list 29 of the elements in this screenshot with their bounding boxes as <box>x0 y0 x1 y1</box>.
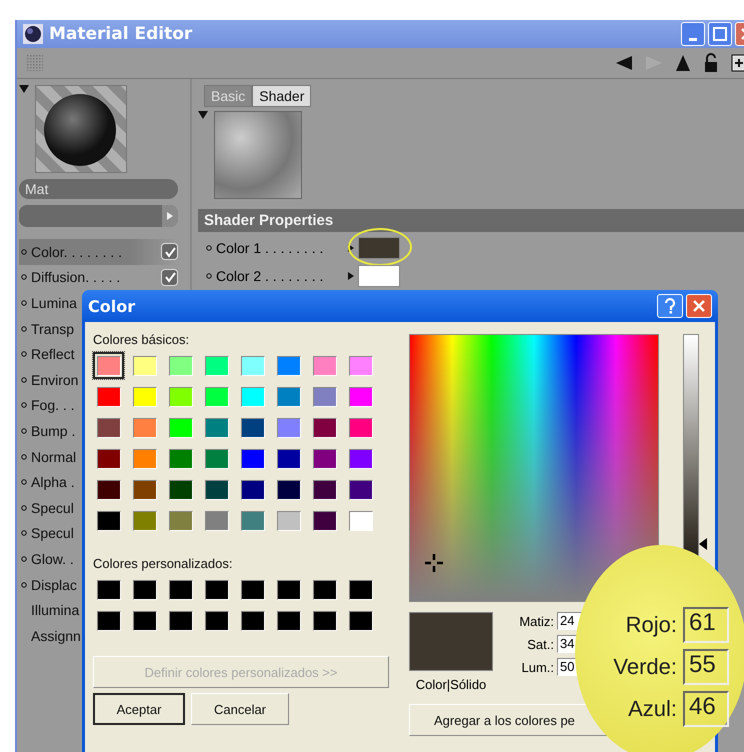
channel-label: Color. . . . . . . . <box>31 244 122 260</box>
channel-label: Transp <box>31 320 74 337</box>
channel-label: Lumina <box>31 294 77 311</box>
dialog-title: Color <box>88 296 136 316</box>
channel-label: Environ <box>31 372 78 388</box>
property-label: Color 1 . . . . . . . . <box>216 240 324 256</box>
channel-label: Displac <box>31 576 77 593</box>
channel-label: Alpha . <box>31 474 75 490</box>
basic-colors-label: Colores básicos: <box>93 332 190 347</box>
custom-colors-label: Colores personalizados: <box>93 556 234 571</box>
channel-label: Normal <box>31 448 76 465</box>
field-label: Matiz: <box>519 614 554 628</box>
channel-label: Glow. . <box>31 550 74 567</box>
field-label: Verde: <box>613 654 677 680</box>
channel-label: Fog. . . <box>31 397 75 414</box>
channel-label: Bump . <box>31 422 76 439</box>
channel-label: Specul <box>31 500 74 516</box>
channel-label: Diffusion. . . . . <box>31 269 120 286</box>
field-label: Rojo: <box>626 612 677 638</box>
field-label: Lum.: <box>521 660 554 674</box>
channel-label: Reflect <box>31 346 75 362</box>
preview-label: Color|Sólido <box>416 677 486 692</box>
property-label: Color 2 . . . . . . . . <box>216 268 324 284</box>
window-title: Material Editor <box>49 24 192 44</box>
channel-label: Illumina <box>31 602 80 618</box>
channel-label: Assignn <box>31 628 81 644</box>
channel-label: Specul <box>31 525 74 542</box>
section-header: Shader Properties <box>198 209 744 232</box>
field-label: Sat.: <box>527 636 554 652</box>
